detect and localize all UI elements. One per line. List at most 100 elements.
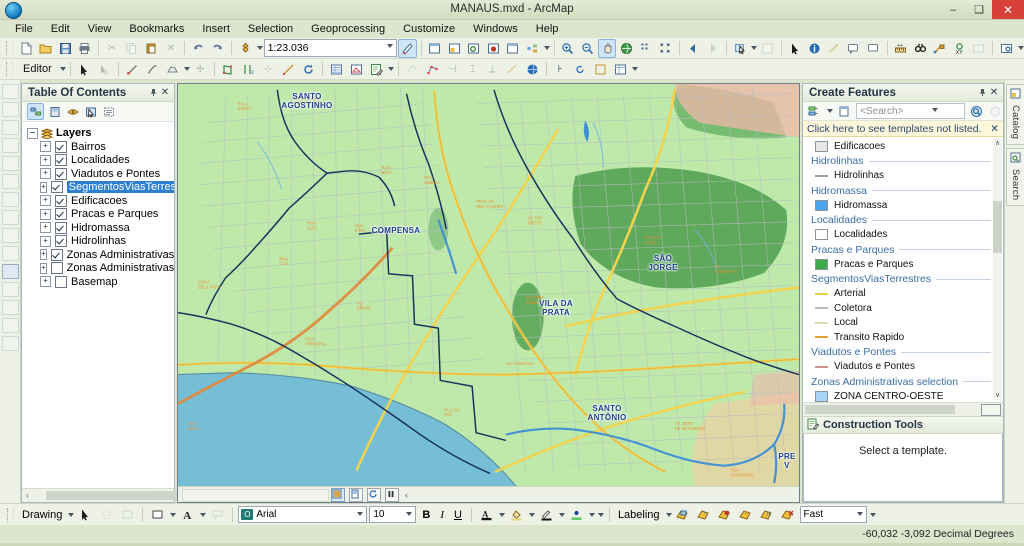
expand-icon[interactable]: + <box>40 222 51 234</box>
template-hscroll-thumb[interactable] <box>805 405 955 414</box>
maximize-button[interactable]: ❑ <box>966 0 992 19</box>
layer-checkbox[interactable] <box>55 154 67 167</box>
map-back-icon[interactable]: ‹ <box>403 490 408 500</box>
reshape-feature-icon[interactable] <box>403 60 422 79</box>
scroll-down-icon[interactable]: ∨ <box>993 391 1002 400</box>
organize-templates-caret-icon[interactable] <box>827 109 833 113</box>
left-tool-1-icon[interactable] <box>1 84 19 99</box>
toc-layer-hidrolinhas[interactable]: + Hidrolinhas <box>27 235 174 249</box>
list-by-selection-icon[interactable] <box>83 104 98 119</box>
time-slider-icon[interactable] <box>970 39 989 58</box>
menu-help[interactable]: Help <box>527 21 568 37</box>
label-manager-icon[interactable] <box>674 505 693 524</box>
line-color-icon[interactable] <box>537 505 556 524</box>
cut-icon[interactable]: ✂ <box>103 39 122 58</box>
editor-overflow-icon[interactable] <box>387 67 394 71</box>
merge-icon[interactable]: ⊹ <box>259 60 278 79</box>
italic-button[interactable]: I <box>436 509 448 521</box>
paste-icon[interactable] <box>142 39 161 58</box>
layer-checkbox[interactable] <box>55 208 67 221</box>
toc-layer-basemap[interactable]: + Basemap <box>27 275 174 289</box>
search-icon[interactable] <box>969 104 984 119</box>
label-weight-icon[interactable] <box>716 505 735 524</box>
expand-icon[interactable]: + <box>40 168 51 180</box>
georeferencing-icon[interactable]: ⊦ <box>551 60 570 79</box>
data-view-icon[interactable] <box>331 487 345 502</box>
go-to-xy-icon[interactable]: XY <box>950 39 969 58</box>
underline-button[interactable]: U <box>450 509 466 521</box>
add-data-dropdown-icon[interactable] <box>256 46 263 50</box>
font-family-chevron-icon[interactable] <box>357 512 364 516</box>
toc-root-layers[interactable]: − Layers <box>27 126 174 140</box>
python-window-icon[interactable] <box>504 39 523 58</box>
toc-close-icon[interactable]: ✕ <box>159 87 171 99</box>
scroll-left-icon[interactable]: ‹ <box>22 491 33 500</box>
editor-toolbar-toggle-icon[interactable] <box>398 38 417 58</box>
template-item[interactable]: Pracas e Parques <box>803 257 1003 272</box>
map-horizontal-scrollbar[interactable] <box>182 489 329 502</box>
edit-vertices-icon[interactable] <box>423 60 442 79</box>
editor-toolbar-grip[interactable] <box>6 62 13 76</box>
organize-templates-icon[interactable] <box>807 104 822 119</box>
template-item[interactable]: Local <box>803 316 1003 331</box>
html-popup-icon[interactable] <box>864 39 883 58</box>
left-tool-4-icon[interactable] <box>1 138 19 153</box>
template-item[interactable]: Viadutos e Pontes <box>803 360 1003 375</box>
expand-icon[interactable]: + <box>40 208 51 220</box>
editor-menu-button[interactable]: Editor <box>17 63 58 75</box>
close-button[interactable]: ✕ <box>992 0 1024 19</box>
expand-icon[interactable]: + <box>40 262 47 274</box>
topology-edit-icon[interactable]: ⟂ <box>483 60 502 79</box>
identify-icon[interactable] <box>805 39 824 58</box>
tab-catalog[interactable]: Catalog <box>1006 84 1024 146</box>
left-tool-7-icon[interactable] <box>1 192 19 207</box>
model-builder-icon[interactable] <box>523 39 542 58</box>
template-item[interactable]: Transito Rapido <box>803 330 1003 345</box>
new-shape-caret-icon[interactable] <box>170 512 177 517</box>
toc-layer-zonas-administrativas-sel[interactable]: + Zonas Administrativas sel <box>27 248 174 262</box>
template-item[interactable]: Hidrolinhas <box>803 169 1003 184</box>
toolbar-overflow-2-icon[interactable] <box>1017 46 1024 50</box>
toc-pin-icon[interactable] <box>147 87 159 99</box>
font-size-combobox[interactable]: 10 <box>369 506 417 523</box>
toc-layer-hidromassa[interactable]: + Hidromassa <box>27 221 174 235</box>
left-tool-9-icon[interactable] <box>1 228 19 243</box>
left-tool-expand-icon[interactable] <box>1 336 19 351</box>
refresh-icon[interactable] <box>367 487 381 502</box>
list-by-drawing-order-icon[interactable] <box>27 103 44 120</box>
left-tool-11-icon[interactable] <box>1 264 19 279</box>
construct-points-icon[interactable] <box>279 60 298 79</box>
template-search-input[interactable]: <Search> <box>856 103 965 119</box>
zoom-in-icon[interactable] <box>559 39 578 58</box>
line-color-caret-icon[interactable] <box>558 512 565 517</box>
minimize-button[interactable]: – <box>940 0 966 19</box>
measure-editor-icon[interactable] <box>503 60 522 79</box>
fill-color-caret-icon[interactable] <box>528 512 535 517</box>
full-extent-icon[interactable] <box>617 39 636 58</box>
menu-file[interactable]: File <box>6 21 42 37</box>
select-elements-drawing-icon[interactable] <box>76 505 95 524</box>
expand-icon[interactable]: + <box>40 181 47 193</box>
create-features-icon[interactable] <box>367 60 386 79</box>
undo-icon[interactable] <box>189 39 208 58</box>
clear-selection-icon[interactable] <box>758 39 777 58</box>
spatial-adjustment-icon[interactable] <box>571 60 590 79</box>
menu-view[interactable]: View <box>79 21 121 37</box>
new-text-icon[interactable]: A <box>178 505 197 524</box>
map-canvas[interactable]: RUA SANTA CONJ. JOSE PORTO MOTTA RUA BETA R… <box>178 84 799 486</box>
toc-layer-pracas-e-parques[interactable]: + Pracas e Parques <box>27 208 174 222</box>
select-dropdown-icon[interactable] <box>751 46 758 50</box>
pause-labeling-icon[interactable] <box>779 505 798 524</box>
expand-icon[interactable]: + <box>40 154 51 166</box>
expand-icon[interactable]: + <box>40 249 47 261</box>
toc-layer-edificacoes[interactable]: + Edificacoes <box>27 194 174 208</box>
fill-color-icon[interactable] <box>507 505 526 524</box>
layer-checkbox[interactable] <box>50 248 63 261</box>
search-window-icon[interactable] <box>465 39 484 58</box>
rotate-icon[interactable] <box>299 60 318 79</box>
end-point-arc-icon[interactable] <box>143 60 162 79</box>
create-features-pin-icon[interactable] <box>976 87 988 99</box>
left-tool-10-icon[interactable] <box>1 246 19 261</box>
toc-layer-localidades[interactable]: + Localidades <box>27 154 174 168</box>
template-list-scrollbar[interactable]: ∧ ∨ <box>993 139 1002 400</box>
